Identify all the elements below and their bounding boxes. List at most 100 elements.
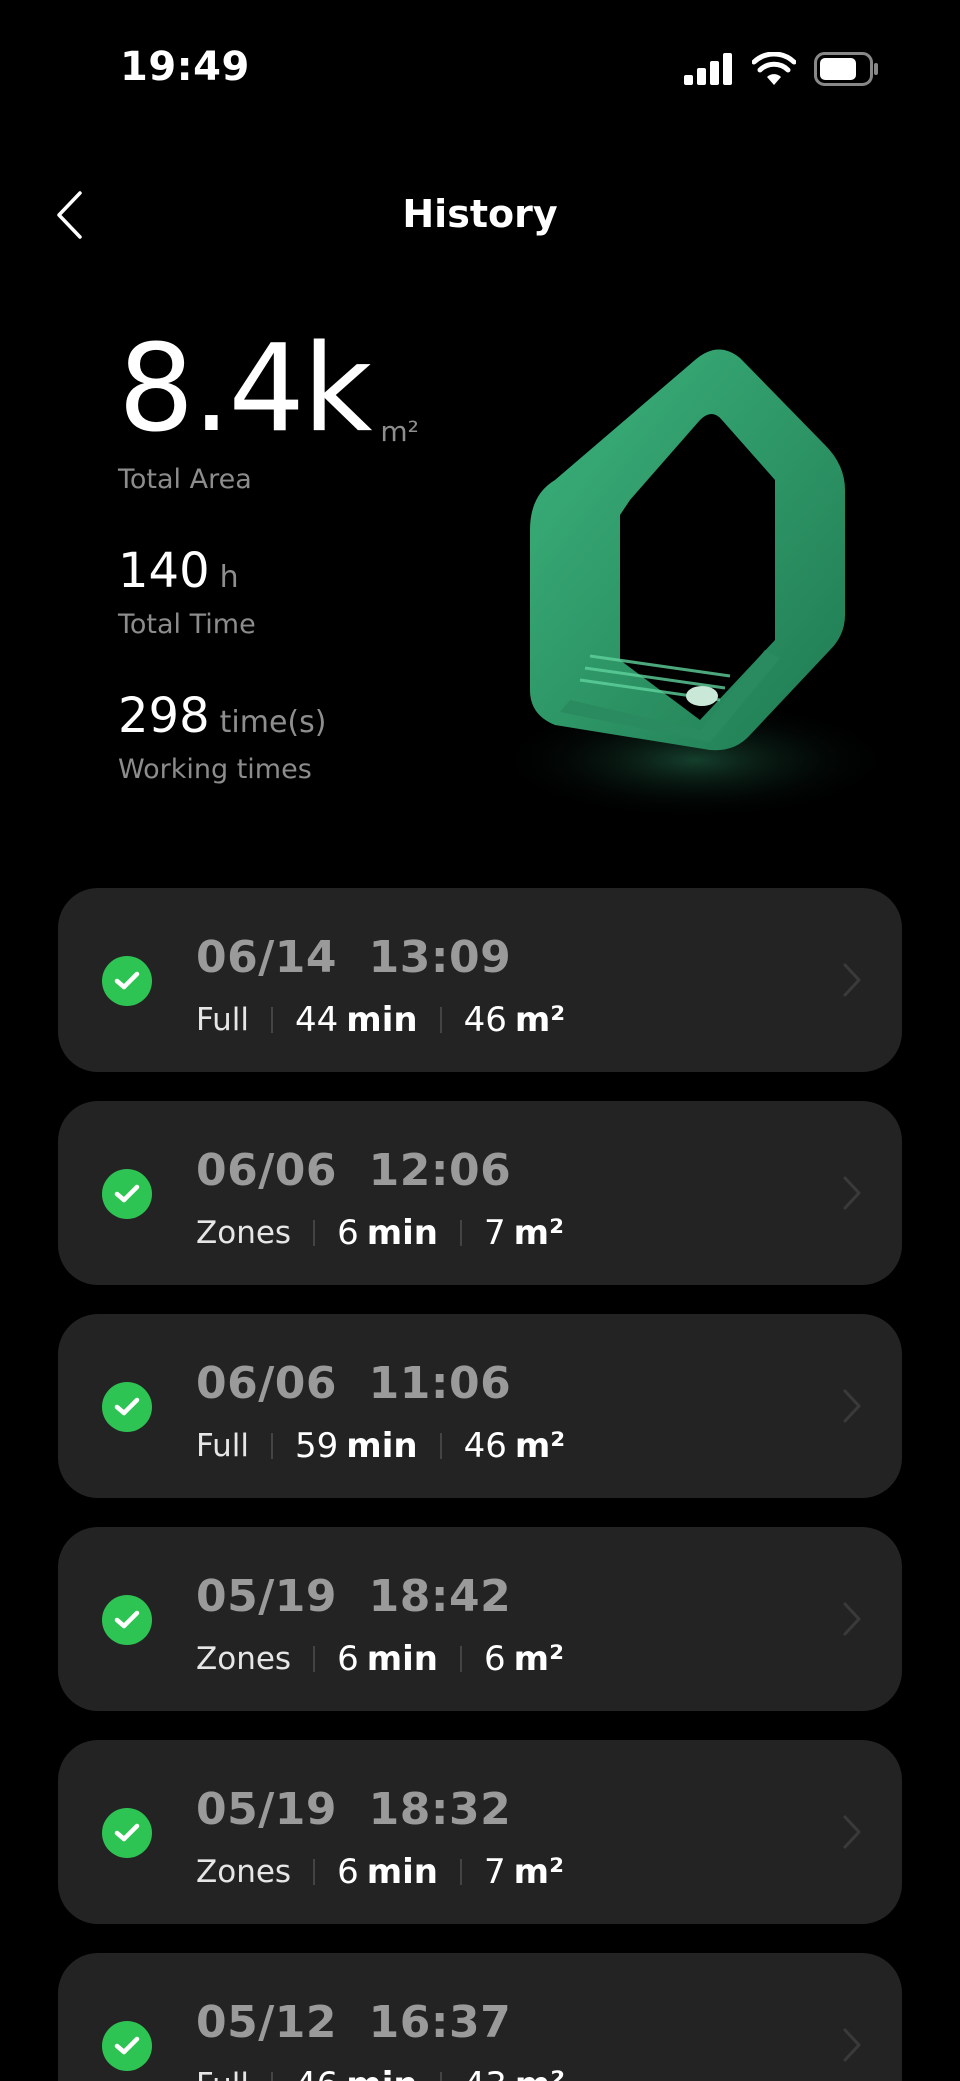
record-date: 05/19 bbox=[196, 1571, 338, 1622]
history-record[interactable]: 05/19 18:32 Zones 6 min 7 m² bbox=[58, 1740, 902, 1924]
record-date: 06/14 bbox=[196, 932, 338, 983]
check-circle-icon bbox=[102, 1169, 152, 1219]
history-record[interactable]: 06/06 11:06 Full 59 min 46 m² bbox=[58, 1314, 902, 1498]
record-duration-unit: min bbox=[366, 1639, 439, 1679]
record-date: 06/06 bbox=[196, 1358, 338, 1409]
record-time: 13:09 bbox=[368, 932, 512, 983]
working-times-row: 298 time(s) bbox=[118, 692, 518, 740]
check-circle-icon bbox=[102, 1595, 152, 1645]
divider bbox=[313, 1220, 316, 1246]
record-meta: Zones 6 min 6 m² bbox=[196, 1639, 564, 1679]
record-time: 12:06 bbox=[368, 1145, 512, 1196]
check-circle-icon bbox=[102, 2021, 152, 2071]
record-mode: Full bbox=[196, 2067, 249, 2081]
record-mode: Zones bbox=[196, 1641, 292, 1677]
record-area: 7 bbox=[484, 1852, 506, 1892]
check-circle-icon bbox=[102, 956, 152, 1006]
record-meta: Full 44 min 46 m² bbox=[196, 1000, 565, 1040]
total-area-row: 8.4k m² bbox=[118, 330, 518, 450]
chevron-right-icon bbox=[843, 1176, 861, 1210]
record-date: 05/12 bbox=[196, 1997, 338, 2048]
history-record[interactable]: 05/19 18:42 Zones 6 min 6 m² bbox=[58, 1527, 902, 1711]
record-area-unit: m² bbox=[513, 1213, 564, 1253]
record-area: 6 bbox=[484, 1639, 506, 1679]
history-record[interactable]: 06/06 12:06 Zones 6 min 7 m² bbox=[58, 1101, 902, 1285]
record-mode: Full bbox=[196, 1002, 250, 1038]
total-time-unit: h bbox=[219, 560, 239, 595]
check-circle-icon bbox=[102, 1382, 152, 1432]
record-time: 18:32 bbox=[368, 1784, 512, 1835]
status-bar: 19:49 bbox=[0, 0, 960, 140]
record-area: 46 bbox=[463, 1426, 507, 1466]
record-datetime: 06/06 12:06 bbox=[196, 1145, 511, 1196]
divider bbox=[271, 1433, 274, 1459]
divider bbox=[313, 1859, 316, 1885]
house-illustration bbox=[460, 340, 920, 840]
chevron-right-icon bbox=[843, 2028, 861, 2062]
chevron-right-icon bbox=[843, 963, 861, 997]
record-datetime: 06/14 13:09 bbox=[196, 932, 511, 983]
divider bbox=[460, 1646, 463, 1672]
record-duration-unit: min bbox=[346, 2065, 417, 2081]
record-meta: Zones 6 min 7 m² bbox=[196, 1213, 564, 1253]
working-times-value: 298 bbox=[118, 688, 210, 744]
total-area-value: 8.4k bbox=[118, 320, 372, 459]
total-area-label: Total Area bbox=[118, 464, 252, 495]
record-area-unit: m² bbox=[513, 1639, 564, 1679]
history-list: 06/14 13:09 Full 44 min 46 m² 06/06 12:0… bbox=[58, 888, 902, 2081]
record-area-unit: m² bbox=[514, 1426, 566, 1466]
history-record[interactable]: 05/12 16:37 Full 46 min 43 m² bbox=[58, 1953, 902, 2081]
record-duration: 6 bbox=[337, 1852, 359, 1892]
battery-icon bbox=[814, 52, 878, 86]
record-time: 16:37 bbox=[368, 1997, 512, 2048]
page-title: History bbox=[402, 192, 558, 236]
chevron-right-icon bbox=[843, 1815, 861, 1849]
record-duration-unit: min bbox=[346, 1426, 418, 1466]
record-datetime: 05/19 18:42 bbox=[196, 1571, 511, 1622]
divider bbox=[460, 1859, 463, 1885]
record-area-unit: m² bbox=[515, 2065, 565, 2081]
record-area: 46 bbox=[463, 1000, 507, 1040]
record-date: 05/19 bbox=[196, 1784, 338, 1835]
record-duration: 6 bbox=[337, 1639, 359, 1679]
working-times-unit: time(s) bbox=[219, 705, 327, 740]
record-mode: Zones bbox=[196, 1854, 292, 1890]
total-time-value: 140 bbox=[118, 543, 210, 599]
record-duration: 44 bbox=[295, 1000, 339, 1040]
status-time: 19:49 bbox=[120, 44, 250, 90]
chevron-right-icon bbox=[843, 1389, 861, 1423]
stats-summary: 8.4k m² Total Area 140 h Total Time 298 … bbox=[118, 330, 518, 786]
divider bbox=[460, 1220, 463, 1246]
record-meta: Full 46 min 43 m² bbox=[196, 2065, 565, 2081]
record-time: 11:06 bbox=[368, 1358, 512, 1409]
divider bbox=[271, 2072, 274, 2081]
record-mode: Full bbox=[196, 1428, 250, 1464]
working-times-label: Working times bbox=[118, 754, 312, 785]
record-area-unit: m² bbox=[513, 1852, 564, 1892]
record-meta: Zones 6 min 7 m² bbox=[196, 1852, 564, 1892]
record-datetime: 05/19 18:32 bbox=[196, 1784, 511, 1835]
record-duration-unit: min bbox=[366, 1852, 439, 1892]
record-meta: Full 59 min 46 m² bbox=[196, 1426, 565, 1466]
record-area: 7 bbox=[484, 1213, 506, 1253]
chevron-right-icon bbox=[843, 1602, 861, 1636]
total-time-row: 140 h bbox=[118, 547, 518, 595]
record-date: 06/06 bbox=[196, 1145, 338, 1196]
check-circle-icon bbox=[102, 1808, 152, 1858]
record-datetime: 05/12 16:37 bbox=[196, 1997, 511, 2048]
divider bbox=[313, 1646, 316, 1672]
record-mode: Zones bbox=[196, 1215, 292, 1251]
record-datetime: 06/06 11:06 bbox=[196, 1358, 511, 1409]
divider bbox=[439, 1007, 442, 1033]
history-record[interactable]: 06/14 13:09 Full 44 min 46 m² bbox=[58, 888, 902, 1072]
header: History bbox=[0, 170, 960, 260]
total-area-unit: m² bbox=[380, 415, 419, 448]
record-time: 18:42 bbox=[368, 1571, 512, 1622]
wifi-icon bbox=[752, 52, 796, 85]
record-duration-unit: min bbox=[346, 1000, 418, 1040]
record-duration-unit: min bbox=[366, 1213, 439, 1253]
signal-icon bbox=[684, 53, 732, 85]
status-icons bbox=[684, 52, 880, 86]
record-duration: 59 bbox=[295, 1426, 339, 1466]
record-area: 43 bbox=[464, 2065, 507, 2081]
